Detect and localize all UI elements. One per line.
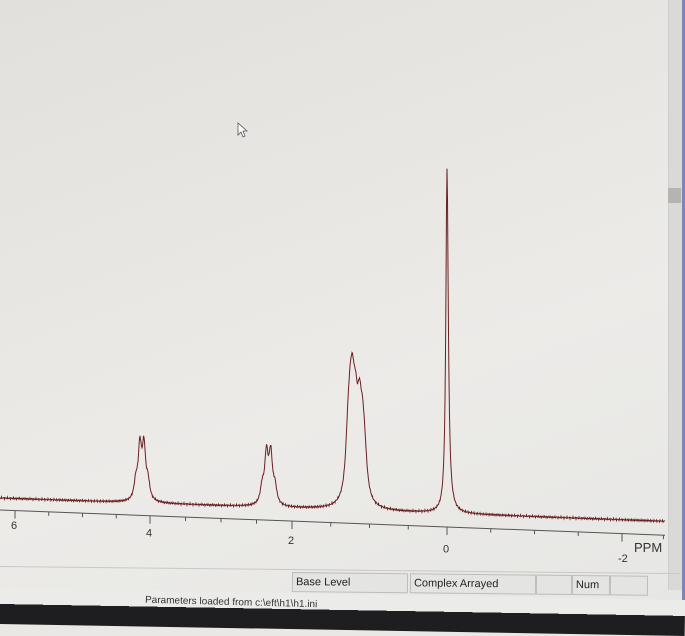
- mouse-cursor-icon: [237, 122, 249, 138]
- x-tick-label: 4: [146, 527, 152, 539]
- mode-cell: Complex Arrayed: [409, 573, 537, 595]
- base-level-cell: Base Level: [291, 572, 409, 594]
- x-tick-label: 0: [443, 544, 449, 556]
- x-tick-label: -2: [618, 553, 628, 565]
- x-tick-label: 6: [11, 520, 17, 532]
- empty-cell-2: [609, 575, 649, 596]
- x-tick-label: 2: [288, 535, 294, 547]
- vertical-scrollbar[interactable]: [668, 0, 682, 590]
- empty-cell: [535, 574, 573, 595]
- scrollbar-thumb[interactable]: [668, 188, 681, 203]
- spectrum-trace: [0, 168, 666, 524]
- spectrum-svg: 6 4 2 0 -2 PPM: [0, 122, 666, 565]
- num-cell: Num: [571, 574, 611, 596]
- x-axis-line: [0, 509, 666, 536]
- x-axis-label: PPM: [634, 540, 662, 555]
- spectrum-plot[interactable]: 6 4 2 0 -2 PPM: [0, 0, 685, 624]
